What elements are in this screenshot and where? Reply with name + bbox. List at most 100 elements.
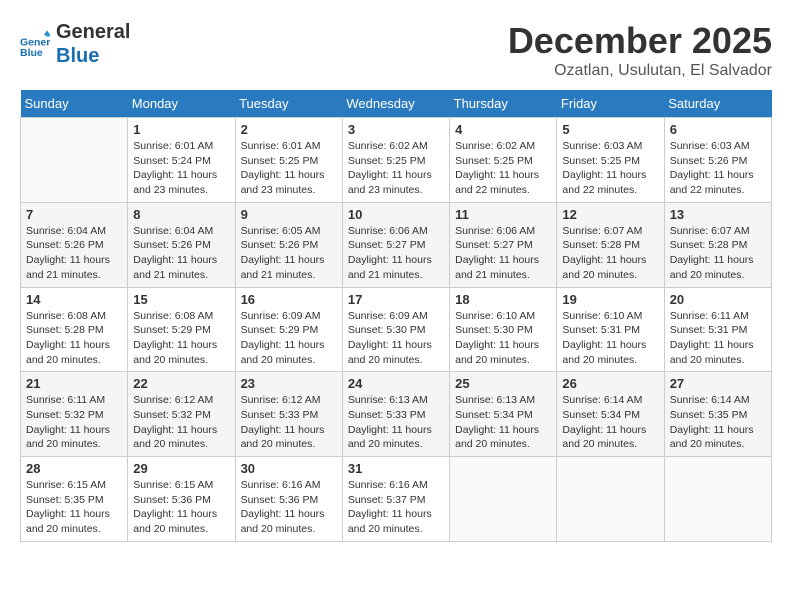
day-info: Sunrise: 6:07 AM Sunset: 5:28 PM Dayligh… — [562, 224, 658, 283]
calendar-day-cell: 13Sunrise: 6:07 AM Sunset: 5:28 PM Dayli… — [664, 202, 771, 287]
month-title: December 2025 — [508, 20, 772, 62]
day-number: 4 — [455, 122, 551, 137]
calendar-day-cell: 16 Sunrise: 6:09 AM Sunset: 5:29 PM Dayli… — [235, 287, 342, 372]
day-info: Sunrise: 6:03 AM Sunset: 5:25 PM Dayligh… — [562, 139, 658, 198]
day-info: Sunrise: 6:09 AM Sunset: 5:30 PM Dayligh… — [348, 309, 444, 368]
day-number: 18 — [455, 292, 551, 307]
calendar-day-cell: 26 Sunrise: 6:14 AM Sunset: 5:34 PM Dayli… — [557, 372, 664, 457]
day-info: Sunrise: 6:06 AM Sunset: 5:27 PM Dayligh… — [348, 224, 444, 283]
day-info: Sunrise: 6:12 AM Sunset: 5:33 PM Dayligh… — [241, 393, 337, 452]
calendar-day-cell: 14 Sunrise: 6:08 AM Sunset: 5:28 PM Dayli… — [21, 287, 128, 372]
day-number: 25 — [455, 376, 551, 391]
calendar-day-cell: 2Sunrise: 6:01 AM Sunset: 5:25 PM Daylig… — [235, 118, 342, 203]
calendar-day-cell: 12 Sunrise: 6:07 AM Sunset: 5:28 PM Dayli… — [557, 202, 664, 287]
calendar-body: 1Sunrise: 6:01 AM Sunset: 5:24 PM Daylig… — [21, 118, 772, 542]
calendar-day-cell: 8 Sunrise: 6:04 AM Sunset: 5:26 PM Daylig… — [128, 202, 235, 287]
day-of-week-header: Friday — [557, 90, 664, 118]
day-of-week-header: Monday — [128, 90, 235, 118]
day-number: 5 — [562, 122, 658, 137]
day-info: Sunrise: 6:15 AM Sunset: 5:36 PM Dayligh… — [133, 478, 229, 537]
page-header: General Blue General Blue December 2025 … — [20, 20, 772, 80]
day-number: 26 — [562, 376, 658, 391]
day-number: 12 — [562, 207, 658, 222]
day-info: Sunrise: 6:04 AM Sunset: 5:26 PM Dayligh… — [133, 224, 229, 283]
calendar-day-cell: 31Sunrise: 6:16 AM Sunset: 5:37 PM Dayli… — [342, 457, 449, 542]
day-of-week-header: Sunday — [21, 90, 128, 118]
calendar-day-cell: 18 Sunrise: 6:10 AM Sunset: 5:30 PM Dayli… — [450, 287, 557, 372]
logo-line1: General — [56, 20, 130, 44]
day-number: 19 — [562, 292, 658, 307]
calendar-day-cell: 21 Sunrise: 6:11 AM Sunset: 5:32 PM Dayli… — [21, 372, 128, 457]
location-subtitle: Ozatlan, Usulutan, El Salvador — [508, 62, 772, 80]
calendar-day-cell: 1Sunrise: 6:01 AM Sunset: 5:24 PM Daylig… — [128, 118, 235, 203]
logo-line2: Blue — [56, 44, 130, 68]
calendar-header-row: SundayMondayTuesdayWednesdayThursdayFrid… — [21, 90, 772, 118]
day-number: 9 — [241, 207, 337, 222]
day-number: 30 — [241, 461, 337, 476]
day-number: 6 — [670, 122, 766, 137]
day-info: Sunrise: 6:13 AM Sunset: 5:34 PM Dayligh… — [455, 393, 551, 452]
day-number: 27 — [670, 376, 766, 391]
calendar-day-cell: 17 Sunrise: 6:09 AM Sunset: 5:30 PM Dayli… — [342, 287, 449, 372]
day-number: 28 — [26, 461, 122, 476]
calendar-day-cell: 19 Sunrise: 6:10 AM Sunset: 5:31 PM Dayli… — [557, 287, 664, 372]
day-number: 29 — [133, 461, 229, 476]
day-number: 23 — [241, 376, 337, 391]
day-number: 16 — [241, 292, 337, 307]
day-info: Sunrise: 6:10 AM Sunset: 5:31 PM Dayligh… — [562, 309, 658, 368]
calendar-week-row: 28 Sunrise: 6:15 AM Sunset: 5:35 PM Dayli… — [21, 457, 772, 542]
day-of-week-header: Thursday — [450, 90, 557, 118]
day-info: Sunrise: 6:10 AM Sunset: 5:30 PM Dayligh… — [455, 309, 551, 368]
calendar-day-cell — [21, 118, 128, 203]
day-of-week-header: Tuesday — [235, 90, 342, 118]
day-number: 24 — [348, 376, 444, 391]
day-info: Sunrise: 6:14 AM Sunset: 5:35 PM Dayligh… — [670, 393, 766, 452]
day-info: Sunrise: 6:08 AM Sunset: 5:28 PM Dayligh… — [26, 309, 122, 368]
day-info: Sunrise: 6:16 AM Sunset: 5:36 PM Dayligh… — [241, 478, 337, 537]
day-number: 17 — [348, 292, 444, 307]
calendar-day-cell: 7 Sunrise: 6:04 AM Sunset: 5:26 PM Daylig… — [21, 202, 128, 287]
day-info: Sunrise: 6:12 AM Sunset: 5:32 PM Dayligh… — [133, 393, 229, 452]
logo: General Blue General Blue — [20, 20, 130, 68]
calendar-day-cell: 9 Sunrise: 6:05 AM Sunset: 5:26 PM Daylig… — [235, 202, 342, 287]
calendar-day-cell: 10Sunrise: 6:06 AM Sunset: 5:27 PM Dayli… — [342, 202, 449, 287]
calendar-day-cell: 4 Sunrise: 6:02 AM Sunset: 5:25 PM Daylig… — [450, 118, 557, 203]
calendar-week-row: 7 Sunrise: 6:04 AM Sunset: 5:26 PM Daylig… — [21, 202, 772, 287]
calendar-day-cell: 6Sunrise: 6:03 AM Sunset: 5:26 PM Daylig… — [664, 118, 771, 203]
day-info: Sunrise: 6:15 AM Sunset: 5:35 PM Dayligh… — [26, 478, 122, 537]
calendar-week-row: 14 Sunrise: 6:08 AM Sunset: 5:28 PM Dayli… — [21, 287, 772, 372]
day-number: 21 — [26, 376, 122, 391]
calendar-day-cell: 22Sunrise: 6:12 AM Sunset: 5:32 PM Dayli… — [128, 372, 235, 457]
title-block: December 2025 Ozatlan, Usulutan, El Salv… — [508, 20, 772, 80]
day-number: 14 — [26, 292, 122, 307]
day-info: Sunrise: 6:01 AM Sunset: 5:24 PM Dayligh… — [133, 139, 229, 198]
day-number: 2 — [241, 122, 337, 137]
day-number: 15 — [133, 292, 229, 307]
day-number: 8 — [133, 207, 229, 222]
calendar-day-cell — [450, 457, 557, 542]
day-of-week-header: Wednesday — [342, 90, 449, 118]
day-info: Sunrise: 6:11 AM Sunset: 5:32 PM Dayligh… — [26, 393, 122, 452]
day-info: Sunrise: 6:06 AM Sunset: 5:27 PM Dayligh… — [455, 224, 551, 283]
day-info: Sunrise: 6:08 AM Sunset: 5:29 PM Dayligh… — [133, 309, 229, 368]
day-number: 7 — [26, 207, 122, 222]
day-info: Sunrise: 6:13 AM Sunset: 5:33 PM Dayligh… — [348, 393, 444, 452]
day-info: Sunrise: 6:09 AM Sunset: 5:29 PM Dayligh… — [241, 309, 337, 368]
calendar-table: SundayMondayTuesdayWednesdayThursdayFrid… — [20, 90, 772, 542]
day-info: Sunrise: 6:11 AM Sunset: 5:31 PM Dayligh… — [670, 309, 766, 368]
day-info: Sunrise: 6:04 AM Sunset: 5:26 PM Dayligh… — [26, 224, 122, 283]
day-info: Sunrise: 6:14 AM Sunset: 5:34 PM Dayligh… — [562, 393, 658, 452]
calendar-week-row: 21 Sunrise: 6:11 AM Sunset: 5:32 PM Dayli… — [21, 372, 772, 457]
day-info: Sunrise: 6:02 AM Sunset: 5:25 PM Dayligh… — [455, 139, 551, 198]
calendar-day-cell: 25 Sunrise: 6:13 AM Sunset: 5:34 PM Dayli… — [450, 372, 557, 457]
calendar-week-row: 1Sunrise: 6:01 AM Sunset: 5:24 PM Daylig… — [21, 118, 772, 203]
calendar-day-cell: 20Sunrise: 6:11 AM Sunset: 5:31 PM Dayli… — [664, 287, 771, 372]
day-number: 3 — [348, 122, 444, 137]
day-number: 11 — [455, 207, 551, 222]
calendar-day-cell: 30 Sunrise: 6:16 AM Sunset: 5:36 PM Dayli… — [235, 457, 342, 542]
calendar-day-cell: 27 Sunrise: 6:14 AM Sunset: 5:35 PM Dayli… — [664, 372, 771, 457]
calendar-day-cell: 3Sunrise: 6:02 AM Sunset: 5:25 PM Daylig… — [342, 118, 449, 203]
day-info: Sunrise: 6:05 AM Sunset: 5:26 PM Dayligh… — [241, 224, 337, 283]
logo-icon: General Blue — [20, 29, 50, 59]
calendar-day-cell: 11 Sunrise: 6:06 AM Sunset: 5:27 PM Dayli… — [450, 202, 557, 287]
